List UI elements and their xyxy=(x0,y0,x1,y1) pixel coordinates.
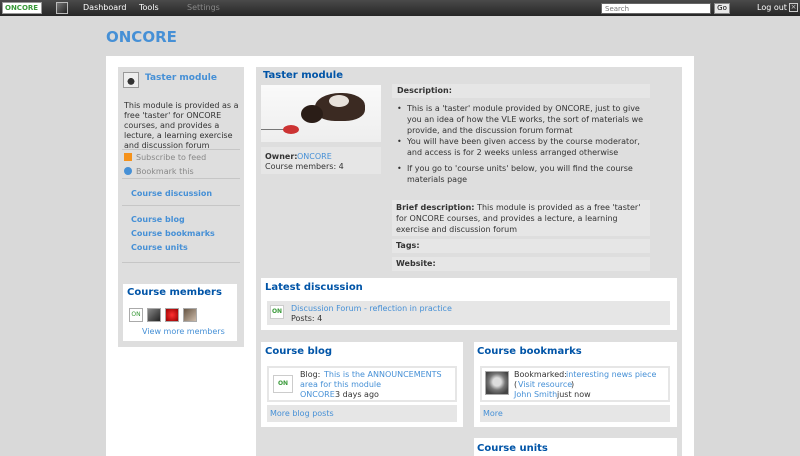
bookmark-prefix: Bookmarked: xyxy=(514,370,567,379)
brief-description-label: Brief description: xyxy=(396,203,475,212)
logo-text: ONCORE xyxy=(5,4,39,12)
top-bar: ONCORE Dashboard Tools Settings Go Log o… xyxy=(0,0,800,16)
description-list: This is a 'taster' module provided by ON… xyxy=(397,103,649,185)
description-label: Description: xyxy=(397,86,452,95)
discussion-posts-count: Posts: 4 xyxy=(291,314,323,323)
bookmark-author-link[interactable]: John Smith xyxy=(514,390,557,400)
sidebar-description: This module is provided as a free 'taste… xyxy=(124,101,239,150)
module-image xyxy=(261,85,381,142)
tags-row: Tags: xyxy=(392,239,650,253)
blog-timestamp: 3 days ago xyxy=(335,390,379,399)
course-members-title: Course members xyxy=(127,287,222,298)
course-blog-title: Course blog xyxy=(265,346,333,357)
close-icon[interactable]: × xyxy=(789,3,798,12)
site-logo[interactable]: ONCORE xyxy=(2,2,42,14)
blog-post-link[interactable]: This is the ANNOUNCEMENTS xyxy=(324,370,442,380)
module-avatar[interactable] xyxy=(123,72,139,88)
nav-tools[interactable]: Tools xyxy=(139,3,159,12)
member-avatar[interactable]: ON xyxy=(129,308,143,322)
more-blog-posts-link[interactable]: More blog posts xyxy=(270,409,334,419)
description-label-row: Description: xyxy=(392,84,650,98)
user-avatar[interactable] xyxy=(56,2,68,14)
list-item: This is a 'taster' module provided by ON… xyxy=(397,103,649,136)
nav-dashboard[interactable]: Dashboard xyxy=(83,3,126,12)
blog-prefix: Blog: xyxy=(300,370,321,379)
website-label: Website: xyxy=(396,259,436,268)
site-title[interactable]: ONCORE xyxy=(106,28,177,46)
oncore-logo-icon: ON xyxy=(270,305,284,319)
divider xyxy=(122,205,240,206)
oncore-logo-icon: ON xyxy=(273,375,293,393)
owner-label: Owner: xyxy=(265,152,298,161)
tags-label: Tags: xyxy=(396,241,420,250)
sidebar-module-title[interactable]: Taster module xyxy=(145,73,217,83)
divider xyxy=(122,262,240,263)
member-avatar[interactable] xyxy=(183,308,197,322)
course-units-title: Course units xyxy=(477,443,548,454)
member-avatar[interactable] xyxy=(147,308,161,322)
bookmark-link[interactable]: interesting news piece xyxy=(566,370,656,380)
more-bookmarks-row xyxy=(480,405,670,422)
sidebar-item-course-bookmarks[interactable]: Course bookmarks xyxy=(131,229,215,238)
view-more-members-link[interactable]: View more members xyxy=(142,327,225,336)
search-input[interactable] xyxy=(601,3,711,14)
bookmark-link[interactable]: Bookmark this xyxy=(136,167,194,176)
user-avatar[interactable] xyxy=(485,371,509,395)
bookmark-timestamp: just now xyxy=(557,390,591,399)
module-title: Taster module xyxy=(263,70,343,81)
list-item: You will have been given access by the c… xyxy=(397,136,649,158)
subscribe-link[interactable]: Subscribe to feed xyxy=(136,153,206,162)
rss-icon xyxy=(124,153,132,161)
owner-link[interactable]: ONCORE xyxy=(297,152,332,161)
blog-post-link-continued[interactable]: area for this module xyxy=(300,380,381,390)
website-row: Website: xyxy=(392,257,650,271)
nav-settings[interactable]: Settings xyxy=(187,3,220,12)
divider xyxy=(122,178,240,179)
search-go-button[interactable]: Go xyxy=(714,3,730,14)
sidebar-item-course-blog[interactable]: Course blog xyxy=(131,215,185,224)
latest-discussion-title: Latest discussion xyxy=(265,282,363,293)
sidebar-item-course-units[interactable]: Course units xyxy=(131,243,188,252)
bookmark-icon xyxy=(124,167,132,175)
member-avatar[interactable] xyxy=(165,308,179,322)
blog-author-link[interactable]: ONCORE xyxy=(300,390,335,400)
visit-resource-link[interactable]: Visit resource xyxy=(518,380,572,390)
divider xyxy=(122,149,240,150)
sidebar-item-course-discussion[interactable]: Course discussion xyxy=(131,189,212,198)
brief-description-row: Brief description: This module is provid… xyxy=(392,200,650,236)
discussion-topic-link[interactable]: Discussion Forum - reflection in practic… xyxy=(291,304,452,314)
logout-link[interactable]: Log out xyxy=(757,3,787,12)
list-item: If you go to 'course units' below, you w… xyxy=(397,163,649,185)
more-bookmarks-link[interactable]: More xyxy=(483,409,503,419)
course-bookmarks-title: Course bookmarks xyxy=(477,346,582,357)
members-count: Course members: 4 xyxy=(265,162,344,171)
